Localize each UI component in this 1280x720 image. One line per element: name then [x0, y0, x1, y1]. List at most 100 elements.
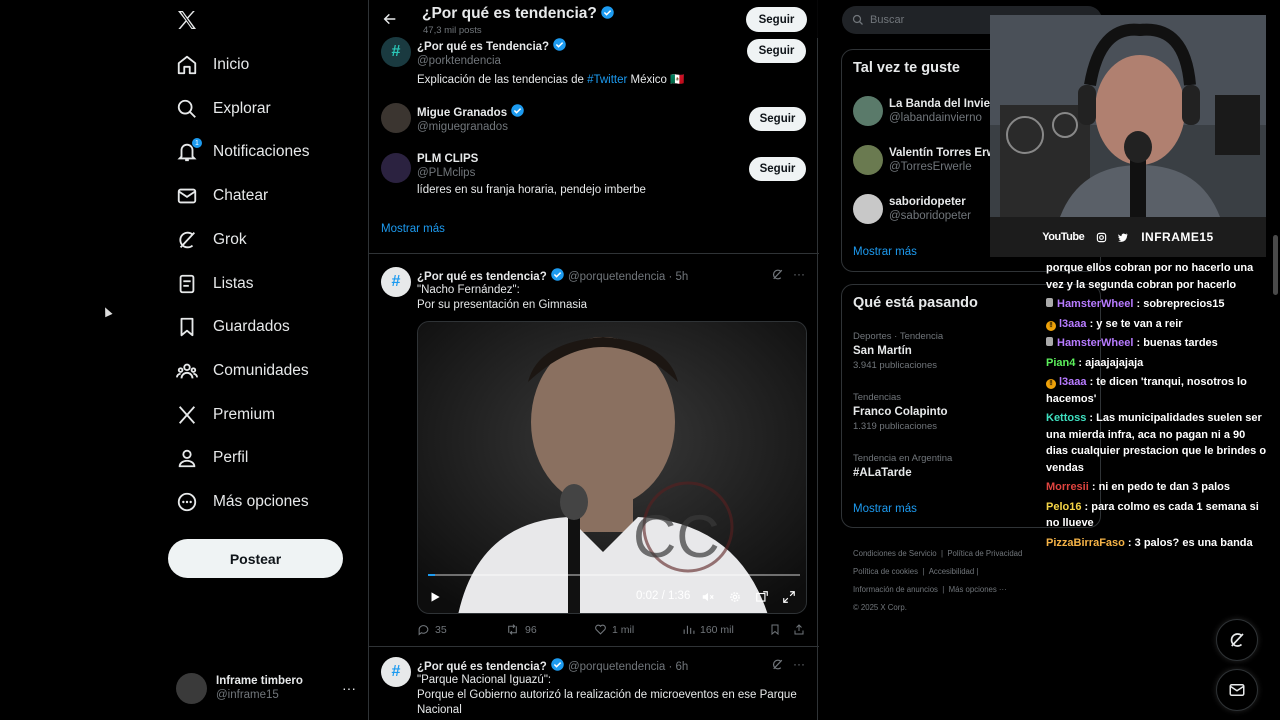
footer-link[interactable]: Condiciones de Servicio [853, 549, 937, 558]
nav-mas-opciones[interactable]: Más opciones [176, 482, 309, 522]
grok-float-button[interactable] [1216, 619, 1258, 661]
trend-item[interactable]: Tendencias Franco Colapinto 1.319 public… [853, 392, 948, 432]
communities-icon [176, 360, 198, 382]
fullscreen-icon[interactable] [782, 590, 796, 604]
chat-username: Pelo16 [1046, 500, 1082, 513]
mute-icon[interactable] [701, 590, 715, 604]
follow-button[interactable]: Seguir [746, 7, 807, 32]
chat-message: Pian4 : ajaajajajaja [1046, 355, 1268, 372]
messages-float-button[interactable] [1216, 669, 1258, 711]
posts-count: 47,3 mil posts [423, 25, 482, 36]
tweet-time[interactable]: · 5h [669, 271, 689, 283]
like-button[interactable]: 1 mil [594, 623, 634, 636]
trend-item[interactable]: Tendencia en Argentina #ALaTarde [853, 453, 952, 479]
suggested-user[interactable]: La Banda del Invier @labandainvierno [853, 96, 994, 126]
show-more-link[interactable]: Mostrar más [853, 246, 917, 258]
follow-button[interactable]: Seguir [749, 157, 806, 181]
more-icon[interactable]: ··· [793, 267, 805, 281]
reply-button[interactable]: 35 [417, 623, 447, 636]
trend-item[interactable]: Deportes · Tendencia San Martín 3.941 pu… [853, 331, 943, 371]
follow-button[interactable]: Seguir [747, 39, 806, 63]
nav-guardados[interactable]: Guardados [176, 307, 290, 347]
chat-message: HamsterWheel : sobreprecios15 [1046, 296, 1268, 313]
tweet-time[interactable]: · 6h [669, 661, 689, 673]
views-button[interactable]: 160 mil [682, 623, 734, 636]
tweet[interactable]: # ¿Por qué es tendencia? @porquetendenci… [369, 647, 819, 720]
footer-links: Condiciones de Servicio | Política de Pr… [853, 549, 1023, 612]
bio-text: Explicación de las tendencias de [417, 74, 588, 86]
chat-text: porque ellos cobran por no hacerlo una v… [1046, 262, 1254, 291]
tweet-handle[interactable]: @porquetendencia [568, 271, 665, 283]
chat-username: HamsterWheel [1057, 298, 1134, 310]
hashtag-link[interactable]: #Twitter [587, 74, 627, 86]
chat-text: : sobreprecios15 [1133, 298, 1225, 310]
chat-message: ! l3aaa : te dicen 'tranqui, nosotros lo … [1046, 374, 1268, 407]
verified-badge-icon [601, 6, 614, 19]
video-progress-bar[interactable] [428, 574, 800, 576]
nav-perfil[interactable]: Perfil [176, 438, 248, 478]
list-icon [176, 273, 198, 295]
more-icon[interactable]: ··· [793, 657, 805, 671]
chat-username: l3aaa [1059, 317, 1087, 330]
chat-username: HamsterWheel [1057, 337, 1134, 349]
nav-grok[interactable]: Grok [176, 220, 247, 260]
scrollbar[interactable] [1273, 235, 1278, 295]
chat-text: : buenas tardes [1133, 337, 1218, 349]
chat-text: : ni en pedo te dan 3 palos [1088, 481, 1230, 493]
home-icon [176, 54, 198, 76]
account-name: PLM CLIPS [417, 153, 479, 165]
avatar[interactable]: # [381, 267, 411, 297]
verified-badge-icon [550, 268, 564, 281]
play-icon[interactable] [428, 590, 442, 604]
video-player[interactable]: CC 0:02 / 1:36 [417, 321, 807, 614]
account-switcher[interactable]: Inframe timbero @inframe15 ··· [176, 670, 356, 706]
account-name-text: ¿Por qué es Tendencia? [417, 41, 550, 53]
more-icon[interactable]: ··· [342, 680, 356, 696]
suggested-user[interactable]: saboridopeter @saboridopeter [853, 194, 971, 224]
chat-message: Kettoss : Las municipalidades suelen ser… [1046, 410, 1268, 476]
show-more-link[interactable]: Mostrar más [381, 223, 445, 235]
settings-gear-icon[interactable] [728, 590, 742, 604]
chat-message: Morresii : ni en pedo te dan 3 palos [1046, 479, 1268, 496]
suggested-user[interactable]: Valentín Torres Erw @TorresErwerle [853, 145, 996, 175]
post-button[interactable]: Postear [168, 539, 343, 578]
tweet-author[interactable]: ¿Por qué es tendencia? [417, 271, 547, 283]
grok-icon [1230, 633, 1244, 647]
footer-link[interactable]: Política de Privacidad [947, 549, 1022, 558]
bookmark-button[interactable] [769, 623, 786, 636]
footer-link[interactable]: Información de anuncios [853, 585, 938, 594]
footer-link[interactable]: Accesibilidad [929, 567, 975, 576]
card-title: Tal vez te guste [853, 60, 960, 76]
timeline-column: ¿Por qué es tendencia? 47,3 mil posts Se… [368, 0, 819, 720]
share-button[interactable] [793, 623, 810, 636]
footer-link[interactable]: Política de cookies [853, 567, 918, 576]
grok-icon[interactable] [771, 268, 784, 281]
grok-icon[interactable] [771, 658, 784, 671]
footer-link[interactable]: Más opciones ··· [949, 585, 1007, 594]
nav-comunidades[interactable]: Comunidades [176, 351, 309, 391]
x-logo-icon[interactable] [175, 8, 201, 34]
show-more-link[interactable]: Mostrar más [853, 503, 917, 515]
card-title: Qué está pasando [853, 295, 978, 311]
retweet-button[interactable]: 96 [505, 623, 537, 636]
nav-premium[interactable]: Premium [176, 395, 275, 435]
trend-count: 3.941 publicaciones [853, 360, 937, 371]
nav-inicio[interactable]: Inicio [176, 45, 249, 85]
tweet-handle[interactable]: @porquetendencia [568, 661, 665, 673]
bookmark-icon [176, 316, 198, 338]
user-handle: @labandainvierno [889, 112, 982, 124]
pip-icon[interactable] [755, 590, 769, 604]
tweet-author[interactable]: ¿Por qué es tendencia? [417, 661, 547, 673]
nav-notificaciones[interactable]: 1 Notificaciones [176, 132, 310, 172]
tweet[interactable]: # ¿Por qué es tendencia? @porquetendenci… [369, 254, 819, 646]
account-handle: @PLMclips [417, 167, 476, 179]
back-arrow-icon[interactable] [382, 11, 398, 27]
follow-button[interactable]: Seguir [749, 107, 806, 131]
nav-chatear[interactable]: Chatear [176, 176, 268, 216]
svg-text:CC: CC [633, 503, 720, 570]
search-placeholder: Buscar [870, 14, 905, 26]
nav-listas[interactable]: Listas [176, 264, 254, 304]
nav-explorar[interactable]: Explorar [176, 89, 271, 129]
bookmark-icon [771, 624, 779, 636]
avatar[interactable]: # [381, 657, 411, 687]
